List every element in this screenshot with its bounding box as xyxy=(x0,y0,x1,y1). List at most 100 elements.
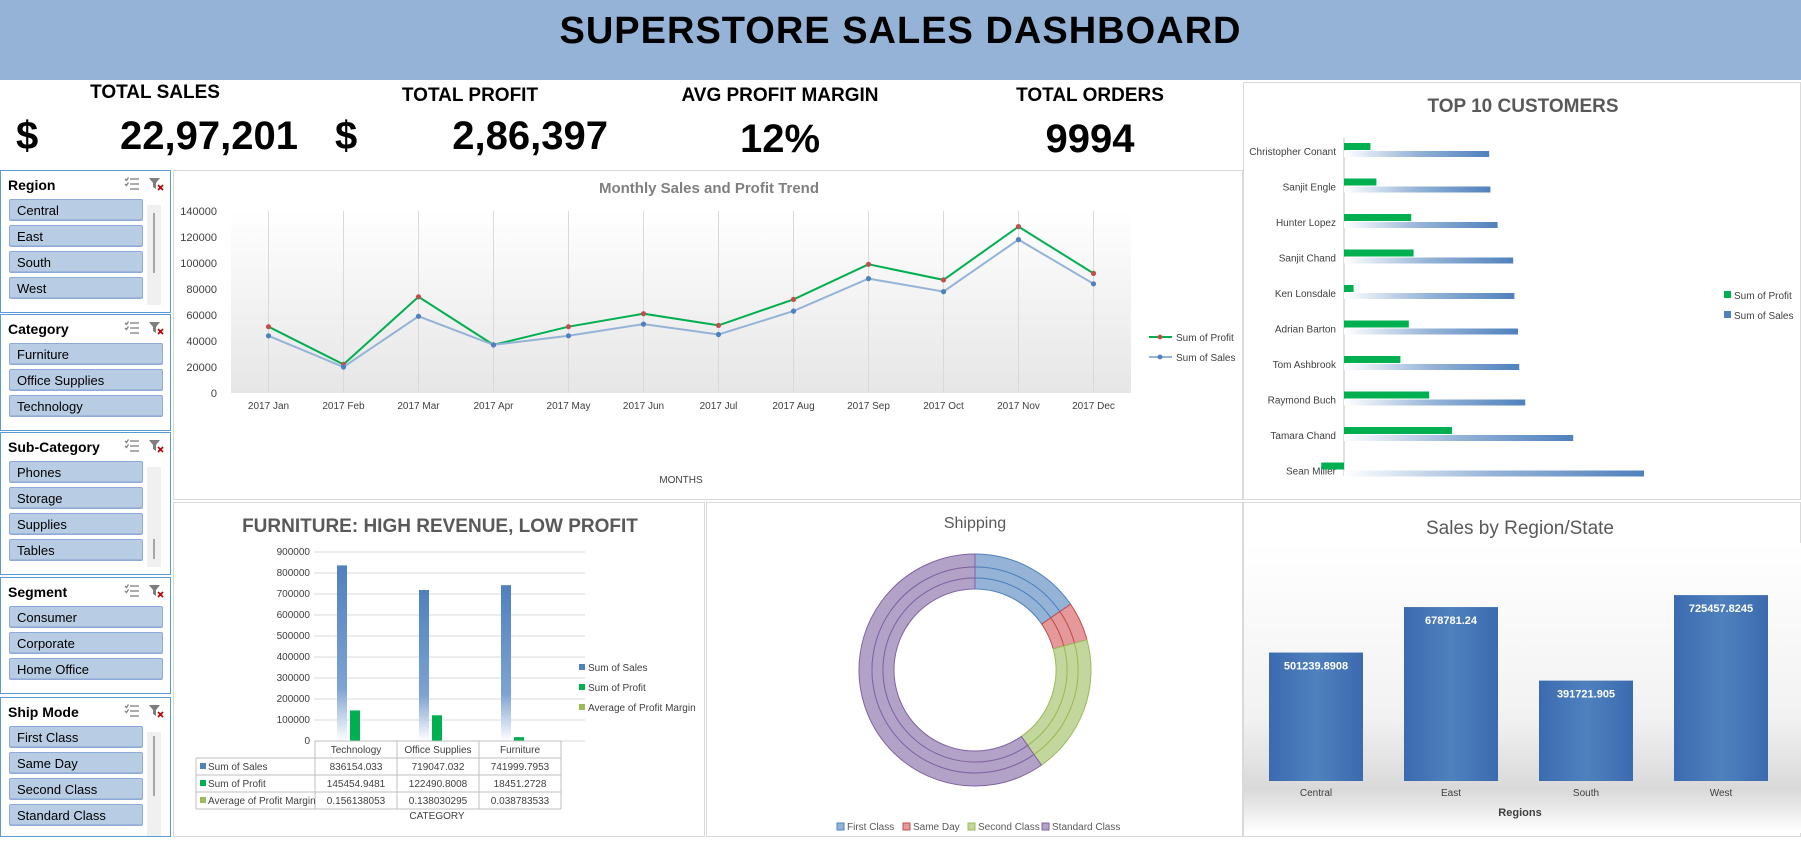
slicer-region-item[interactable]: East xyxy=(9,225,143,247)
table-row-label: Sum of Sales xyxy=(208,762,267,773)
x-tick-label: Central xyxy=(1300,788,1332,799)
region-bar xyxy=(1674,595,1768,781)
top-customers-chart: TOP 10 CUSTOMERS Christopher Conant Sanji… xyxy=(1249,96,1793,478)
multi-select-icon[interactable] xyxy=(124,321,140,335)
legend-key xyxy=(200,797,206,803)
multi-select-icon[interactable] xyxy=(124,584,140,598)
slicer-category-item[interactable]: Technology xyxy=(9,395,163,417)
slicer-shipmode-item[interactable]: Same Day xyxy=(9,752,143,774)
profit-bar xyxy=(1344,178,1377,186)
region-sales-panel: Sales by Region/State 501239.8908 Central… xyxy=(1243,502,1801,837)
multi-select-icon[interactable] xyxy=(124,439,140,453)
legend-label: Sum of Profit xyxy=(1176,333,1234,344)
slicer-subcategory-scrollbar[interactable] xyxy=(147,467,161,567)
line-x-axis-label: MONTHS xyxy=(659,475,703,486)
slicer-subcategory-item[interactable]: Storage xyxy=(9,487,143,509)
scroll-thumb[interactable] xyxy=(153,213,155,273)
region-bar xyxy=(1404,607,1498,781)
slicer-category-item[interactable]: Office Supplies xyxy=(9,369,163,391)
slicer-subcategory-item[interactable]: Phones xyxy=(9,461,143,483)
sales-bar xyxy=(1344,222,1498,228)
slicer-segment-item[interactable]: Corporate xyxy=(9,632,163,654)
legend-label: Sum of Sales xyxy=(588,663,647,674)
scroll-thumb[interactable] xyxy=(153,736,155,796)
clear-filter-icon[interactable] xyxy=(148,584,164,598)
kpi-avg-margin-label: AVG PROFIT MARGIN xyxy=(681,85,879,106)
y-tick-label: 400000 xyxy=(277,652,311,663)
customer-label: Sanjit Chand xyxy=(1279,254,1336,265)
multi-select-icon[interactable] xyxy=(124,177,140,191)
kpi-total-orders-value: 9994 xyxy=(1045,117,1135,161)
profit-bar xyxy=(1344,391,1430,399)
slicer-category[interactable]: Category Furniture Office Supplies Techn… xyxy=(0,314,171,431)
slicer-category-item[interactable]: Furniture xyxy=(9,343,163,365)
clear-filter-icon[interactable] xyxy=(148,177,164,191)
customer-label: Tamara Chand xyxy=(1270,431,1336,442)
slicer-region-item[interactable]: Central xyxy=(9,199,143,221)
shipping-panel: Shipping First Class Same Day Second Class… xyxy=(706,502,1243,837)
customer-label: Hunter Lopez xyxy=(1276,218,1336,229)
slicer-shipmode-header: Ship Mode xyxy=(1,698,170,726)
table-cell: 122490.8008 xyxy=(409,779,468,790)
furniture-title: FURNITURE: HIGH REVENUE, LOW PROFIT xyxy=(242,516,638,537)
slicer-segment-item[interactable]: Home Office xyxy=(9,658,163,680)
sales-bar xyxy=(1344,364,1520,370)
slicer-segment-item[interactable]: Consumer xyxy=(9,606,163,628)
legend-label: First Class xyxy=(847,822,894,833)
y-tick-label: 80000 xyxy=(186,284,217,296)
furniture-panel: FURNITURE: HIGH REVENUE, LOW PROFIT 0 100… xyxy=(173,502,705,837)
multi-select-icon[interactable] xyxy=(124,704,140,718)
furniture-chart: FURNITURE: HIGH REVENUE, LOW PROFIT 0 100… xyxy=(195,516,696,822)
customer-label: Ken Lonsdale xyxy=(1275,289,1337,300)
slicer-subcategory-item[interactable]: Supplies xyxy=(9,513,143,535)
table-cell: 719047.032 xyxy=(412,762,465,773)
x-tick-label: 2017 Sep xyxy=(847,401,890,412)
data-point xyxy=(940,277,947,283)
table-cell: 0.038783533 xyxy=(491,796,550,807)
profit-bar xyxy=(1344,320,1409,328)
x-tick-label: 2017 Jul xyxy=(700,401,738,412)
data-point xyxy=(715,322,722,328)
y-tick-label: 300000 xyxy=(277,673,311,684)
sales-bar xyxy=(337,565,347,741)
slicer-shipmode-scrollbar[interactable] xyxy=(147,732,161,836)
slicer-shipmode[interactable]: Ship Mode First Class Same Day Second Cl… xyxy=(0,697,171,837)
slicer-region-item[interactable]: South xyxy=(9,251,143,273)
line-chart-title: Monthly Sales and Profit Trend xyxy=(599,180,819,197)
y-tick-label: 900000 xyxy=(277,547,311,558)
slicer-subcategory-item[interactable]: Tables xyxy=(9,539,143,561)
slicer-segment[interactable]: Segment Consumer Corporate Home Office xyxy=(0,577,171,694)
table-cell: 0.138030295 xyxy=(409,796,468,807)
legend-swatch xyxy=(902,822,911,831)
legend-key xyxy=(200,780,206,786)
slicer-shipmode-item[interactable]: First Class xyxy=(9,726,143,748)
data-point xyxy=(1015,224,1022,230)
sales-bar xyxy=(1344,186,1491,193)
kpi-total-profit-value: 2,86,397 xyxy=(452,114,608,158)
dashboard-header: SUPERSTORE SALES DASHBOARD xyxy=(0,0,1801,80)
clear-filter-icon[interactable] xyxy=(148,704,164,718)
clear-filter-icon[interactable] xyxy=(148,439,164,453)
slicer-shipmode-item[interactable]: Standard Class xyxy=(9,804,143,826)
slicer-region-item[interactable]: West xyxy=(9,277,143,299)
kpi-total-profit-label: TOTAL PROFIT xyxy=(401,85,539,106)
y-tick-label: 800000 xyxy=(277,568,311,579)
data-point xyxy=(865,276,872,282)
top-customers-panel: TOP 10 CUSTOMERS Christopher Conant Sanji… xyxy=(1243,82,1801,500)
legend-marker xyxy=(1157,334,1163,340)
slicer-shipmode-item[interactable]: Second Class xyxy=(9,778,143,800)
y-tick-label: 500000 xyxy=(277,631,311,642)
table-header: Technology xyxy=(331,745,382,756)
profit-bar xyxy=(1344,285,1354,292)
slicer-region-header: Region xyxy=(1,171,170,199)
slicer-region-scrollbar[interactable] xyxy=(147,205,161,305)
clear-filter-icon[interactable] xyxy=(148,321,164,335)
slicer-subcategory[interactable]: Sub-Category Phones Storage Supplies Tab… xyxy=(0,432,171,575)
scroll-thumb[interactable] xyxy=(153,539,155,559)
slicer-region[interactable]: Region Central East South West xyxy=(0,170,171,313)
legend-label: Sum of Profit xyxy=(588,683,646,694)
x-tick-label: 2017 May xyxy=(547,401,591,412)
data-point xyxy=(265,324,272,330)
y-tick-label: 100000 xyxy=(277,715,311,726)
y-tick-label: 600000 xyxy=(277,610,311,621)
